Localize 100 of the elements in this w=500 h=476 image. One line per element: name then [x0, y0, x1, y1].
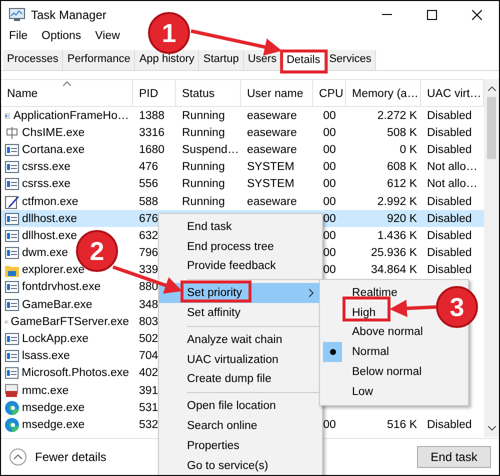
table-cell: Disabled	[427, 230, 472, 242]
menu-item[interactable]: File	[9, 30, 28, 46]
table-cell: 476	[139, 161, 158, 174]
table-cell: Running	[182, 110, 225, 122]
table-cell: Disabled	[427, 196, 472, 208]
table-cell: 00	[323, 161, 336, 174]
highlight-frame	[180, 280, 252, 302]
table-cell: 608 K	[386, 161, 417, 174]
column-header[interactable]: CPU	[313, 80, 346, 106]
menu-item[interactable]: Below normal	[352, 366, 422, 378]
highlight-frame	[342, 296, 390, 322]
table-cell: 0 K	[400, 144, 417, 156]
process-name: GameBarFTServer.exe	[10, 316, 129, 328]
minimize-icon[interactable]	[382, 14, 392, 15]
submenu-chevron-icon	[309, 289, 314, 298]
table-cell: 1388	[139, 110, 165, 122]
menu-item[interactable]: End task	[159, 217, 322, 237]
scrollbar[interactable]	[484, 79, 499, 437]
table-cell: 402	[139, 367, 158, 380]
window-icon	[5, 247, 19, 260]
table-cell: Disabled	[427, 418, 472, 431]
menu-item[interactable]: Analyze wait chain	[159, 330, 322, 350]
table-cell: 2.272 K	[377, 110, 417, 122]
table-cell: 00	[323, 126, 336, 139]
window-icon	[5, 281, 19, 294]
table-cell: easeware	[247, 126, 297, 139]
table-cell: 00	[323, 212, 336, 225]
table-cell: 00	[323, 144, 336, 156]
process-name: dllhost.exe	[22, 212, 77, 225]
scroll-down-icon[interactable]	[488, 426, 496, 431]
close-icon[interactable]	[472, 10, 482, 20]
menu-item[interactable]: Search online	[159, 416, 322, 436]
process-name: fontdrvhost.exe	[22, 281, 101, 294]
menu-item[interactable]: Realtime	[352, 286, 398, 299]
menu-item[interactable]: Above normal	[352, 326, 423, 338]
menu-item[interactable]: High	[352, 306, 376, 319]
table-cell: Running	[182, 196, 225, 208]
highlight-frame	[280, 50, 328, 74]
fewer-details-toggle[interactable]: Fewer details	[9, 448, 106, 466]
menu-item[interactable]: Set affinity	[159, 303, 322, 323]
table-cell: Disabled	[427, 144, 472, 156]
table-cell: 556	[139, 178, 158, 190]
table-cell: Not allo…	[427, 178, 478, 190]
toolbox-icon	[5, 384, 19, 398]
menu-item[interactable]: Create dump file	[159, 370, 322, 390]
window-title: Task Manager	[31, 8, 108, 22]
menu-item[interactable]: Options	[42, 30, 82, 46]
menu-item[interactable]: UAC virtualization	[159, 350, 322, 370]
table-cell: Disabled	[427, 126, 472, 139]
table-cell: Disabled	[427, 247, 472, 260]
table-cell: 676	[139, 212, 158, 225]
maximize-icon[interactable]	[426, 10, 436, 20]
column-header[interactable]: User name	[241, 80, 313, 106]
menu-item[interactable]: Provide feedback	[159, 256, 322, 276]
process-name: LockApp.exe	[22, 333, 88, 346]
process-name: csrss.exe	[22, 161, 71, 174]
menu-item[interactable]: View	[95, 30, 120, 46]
process-name: ApplicationFrameHo…	[13, 110, 129, 122]
table-cell: 00	[323, 264, 336, 276]
process-name: msedge.exe	[22, 402, 85, 414]
table-cell: Disabled	[427, 264, 472, 276]
menu-item[interactable]: Go to service(s)	[159, 456, 322, 475]
window-icon	[5, 230, 19, 242]
column-header[interactable]: Name	[1, 80, 133, 106]
process-name: mmc.exe	[22, 384, 69, 397]
menu-item[interactable]: Properties	[159, 436, 322, 456]
folder-icon	[5, 264, 19, 277]
tab[interactable]: Processes	[3, 50, 64, 70]
table-cell: 00	[323, 178, 336, 190]
window-icon	[5, 144, 19, 156]
sort-caret-icon	[63, 81, 71, 86]
tab[interactable]: Services	[325, 50, 376, 70]
table-cell: 1680	[139, 144, 165, 156]
menu-item[interactable]: Normal	[352, 346, 390, 358]
end-task-button[interactable]: End task	[417, 446, 491, 468]
table-cell: 2.992 K	[377, 196, 417, 208]
menu-item[interactable]: Low	[352, 386, 374, 398]
table-cell: 612 K	[386, 178, 417, 190]
table-cell: 632	[139, 230, 158, 242]
tab[interactable]: Startup	[199, 50, 244, 70]
process-name: msedge.exe	[22, 418, 85, 431]
table-cell: 339	[139, 264, 158, 276]
table-cell: 508 K	[386, 126, 417, 139]
column-header[interactable]: Status	[176, 80, 241, 106]
table-cell: 1.436 K	[377, 230, 417, 242]
scroll-up-icon[interactable]	[488, 86, 496, 91]
window-icon	[5, 212, 19, 225]
process-name: lsass.exe	[22, 350, 70, 362]
scroll-thumb[interactable]	[487, 97, 496, 159]
menu-item[interactable]: End process tree	[159, 236, 322, 257]
column-header[interactable]: Memory (a…	[346, 80, 421, 106]
tab[interactable]: Performance	[63, 50, 136, 70]
table-cell: 516 K	[386, 418, 417, 431]
process-name: csrss.exe	[22, 178, 71, 190]
tab[interactable]: App history	[135, 50, 200, 70]
process-name: ChsIME.exe	[22, 126, 85, 139]
menu-item[interactable]: Open file location	[159, 396, 322, 416]
column-header[interactable]: PID	[133, 80, 176, 106]
window-icon	[5, 367, 19, 380]
pen-icon	[5, 194, 19, 209]
